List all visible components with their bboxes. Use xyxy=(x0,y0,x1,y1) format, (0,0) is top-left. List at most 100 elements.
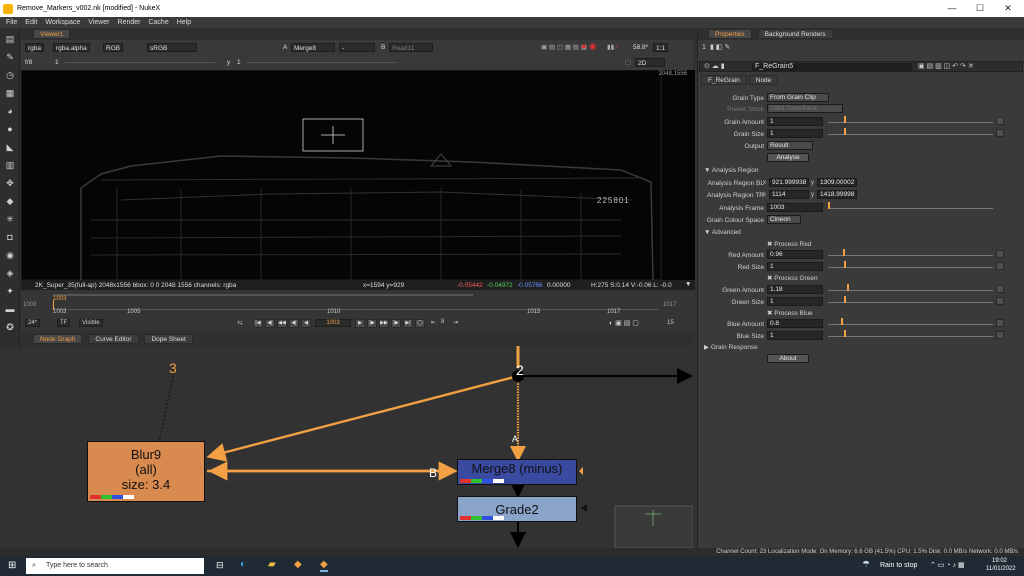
analysis-frame-slider[interactable] xyxy=(828,202,993,209)
tab-curve-editor[interactable]: Curve Editor xyxy=(88,334,139,344)
colour-space-dropdown[interactable]: Cineon xyxy=(767,215,801,224)
menu-help[interactable]: Help xyxy=(177,19,191,26)
particles-tool-icon[interactable]: ✳ xyxy=(5,214,15,224)
red-amount-field[interactable]: 0.96 xyxy=(767,250,823,259)
go-start-button[interactable]: |◀ xyxy=(253,319,263,328)
merge8-node[interactable]: Merge8 (minus) xyxy=(457,459,577,485)
timeline-end[interactable]: 1017 xyxy=(663,302,676,308)
menu-render[interactable]: Render xyxy=(118,19,141,26)
back-increment-button[interactable]: ◀◀ xyxy=(277,319,287,328)
transform-tool-icon[interactable]: ✥ xyxy=(5,178,15,188)
grain-size-slider[interactable] xyxy=(828,128,993,135)
header-icons[interactable]: ⊙ ☁ ▮ xyxy=(704,62,725,70)
rgb-dropdown[interactable]: RGB xyxy=(103,43,124,52)
input-a-dropdown[interactable]: Merge8 xyxy=(291,43,335,52)
nukex-taskbar-icon[interactable]: ◆ xyxy=(320,559,328,572)
about-button[interactable]: About xyxy=(767,354,809,363)
views-tool-icon[interactable]: ◉ xyxy=(5,250,15,260)
node-name-field[interactable]: F_ReGrain5 xyxy=(752,63,912,71)
roi-icon[interactable]: ⬚ xyxy=(625,58,631,67)
next-frame-button[interactable]: |▶ xyxy=(367,319,377,328)
menu-viewer[interactable]: Viewer xyxy=(88,19,109,26)
analysis-frame-field[interactable]: 1003 xyxy=(767,203,823,212)
process-red-checkbox[interactable]: ✖ Process Red xyxy=(767,240,811,248)
compare-dropdown[interactable]: - xyxy=(339,43,375,52)
grain-type-dropdown[interactable]: From Grain Clip xyxy=(767,93,829,102)
minimize-button[interactable]: — xyxy=(938,0,966,17)
analyse-button[interactable]: Analyse xyxy=(767,153,809,162)
process-blue-checkbox[interactable]: ✖ Process Blue xyxy=(767,309,813,317)
3d-tool-icon[interactable]: ◆ xyxy=(5,196,15,206)
grain-size-curve-button[interactable] xyxy=(996,129,1004,137)
deep-tool-icon[interactable]: ◘ xyxy=(5,232,15,242)
other-tool-icon[interactable]: ▬ xyxy=(5,304,15,314)
playhead[interactable] xyxy=(53,300,54,310)
edge-icon[interactable]: ◐ xyxy=(240,559,246,570)
channel-tool-icon[interactable]: ▦ xyxy=(5,88,15,98)
grain-amount-slider[interactable] xyxy=(828,116,993,123)
step-forward-icon[interactable]: ⇥ xyxy=(453,319,458,326)
tf-dropdown[interactable]: TF xyxy=(57,319,71,327)
menu-cache[interactable]: Cache xyxy=(148,19,168,26)
red-size-slider[interactable] xyxy=(828,261,993,268)
panel-icons[interactable]: ▮ ◧ ✎ xyxy=(710,43,730,51)
menu-edit[interactable]: Edit xyxy=(25,19,37,26)
tab-viewer1[interactable]: Viewer1 xyxy=(33,29,71,39)
tray-icons[interactable]: ⌃ ▭ ◔ ♪ ▦ xyxy=(930,561,965,569)
frame-step-value[interactable]: 1 xyxy=(55,58,59,67)
zoom-value[interactable]: 58.8* xyxy=(633,43,648,52)
visible-dropdown[interactable]: Visible xyxy=(79,319,103,327)
red-amount-curve-button[interactable] xyxy=(996,250,1004,258)
tr-x-field[interactable]: 1114 xyxy=(769,190,809,199)
play-backward-button[interactable]: ◀ xyxy=(301,319,311,328)
green-amount-field[interactable]: 1.18 xyxy=(767,285,823,294)
step-value[interactable]: 8 xyxy=(441,319,444,325)
alpha-dropdown[interactable]: rgba.alpha xyxy=(53,43,90,52)
gamma-slider[interactable] xyxy=(247,62,397,63)
maximize-button[interactable]: ☐ xyxy=(966,0,994,17)
weather-notice[interactable]: Rain to stop xyxy=(880,562,917,569)
menu-workspace[interactable]: Workspace xyxy=(45,19,80,26)
image-tool-icon[interactable]: ▤ xyxy=(5,34,15,44)
red-size-curve-button[interactable] xyxy=(996,262,1004,270)
tab-dope-sheet[interactable]: Dope Sheet xyxy=(144,334,193,344)
gain-slider[interactable] xyxy=(65,62,215,63)
view-mode-dropdown[interactable]: 2D xyxy=(635,58,665,67)
play-forward-button[interactable]: ▶ xyxy=(355,319,365,328)
green-size-slider[interactable] xyxy=(828,296,993,303)
advanced-group[interactable]: ▼ Advanced xyxy=(704,229,741,236)
flipbook-icons[interactable]: ◐ ▣ ▤ ▢ xyxy=(609,319,639,327)
filter-tool-icon[interactable]: ● xyxy=(5,124,15,134)
timeline-extra-value[interactable]: 15 xyxy=(667,320,674,326)
pause-icon[interactable]: ▮▮ ⁄ xyxy=(607,43,617,52)
current-frame-marker[interactable]: 1003 xyxy=(53,296,66,302)
ratio-dropdown[interactable]: 1:1 xyxy=(653,43,669,52)
increment-icon[interactable]: ⇤ xyxy=(431,319,436,326)
grade2-node[interactable]: Grade2 xyxy=(457,496,577,522)
output-dropdown[interactable]: Result xyxy=(767,141,813,150)
channels-dropdown[interactable]: rgba xyxy=(25,43,45,52)
blue-size-field[interactable]: 1 xyxy=(767,331,823,340)
input-b-dropdown[interactable]: Read11 xyxy=(389,43,433,52)
blue-amount-field[interactable]: 0.8 xyxy=(767,319,823,328)
blue-size-curve-button[interactable] xyxy=(996,331,1004,339)
grain-amount-field[interactable]: 1 xyxy=(767,117,823,126)
grain-response-group[interactable]: ▶ Grain Response xyxy=(704,343,758,351)
tab-properties[interactable]: Properties xyxy=(708,29,752,39)
tr-y-field[interactable]: 1418.99998 xyxy=(817,190,857,199)
forward-increment-button[interactable]: ▶▶ xyxy=(379,319,389,328)
blue-amount-slider[interactable] xyxy=(828,318,993,325)
tab-node[interactable]: Node xyxy=(748,75,779,85)
prev-keyframe-button[interactable]: ◀| xyxy=(265,319,275,328)
process-green-checkbox[interactable]: ✖ Process Green xyxy=(767,274,818,282)
next-keyframe-button[interactable]: |▶ xyxy=(391,319,401,328)
grain-amount-curve-button[interactable] xyxy=(996,117,1004,125)
playback-mode-icon[interactable]: ⇆ xyxy=(237,319,243,327)
fps-dropdown[interactable]: 24* xyxy=(25,319,41,327)
tab-f-regrain[interactable]: F_ReGrain xyxy=(701,75,747,85)
blur9-node[interactable]: Blur9 (all) size: 3.4 xyxy=(87,441,205,502)
lut-dropdown[interactable]: sRGB xyxy=(147,43,197,52)
clock-date[interactable]: 11/01/2022 xyxy=(986,566,1016,572)
node-graph-canvas[interactable]: 3 2 A B Blur9 (all) size: 3.4 Merge8 (mi… xyxy=(21,346,693,548)
green-size-curve-button[interactable] xyxy=(996,297,1004,305)
